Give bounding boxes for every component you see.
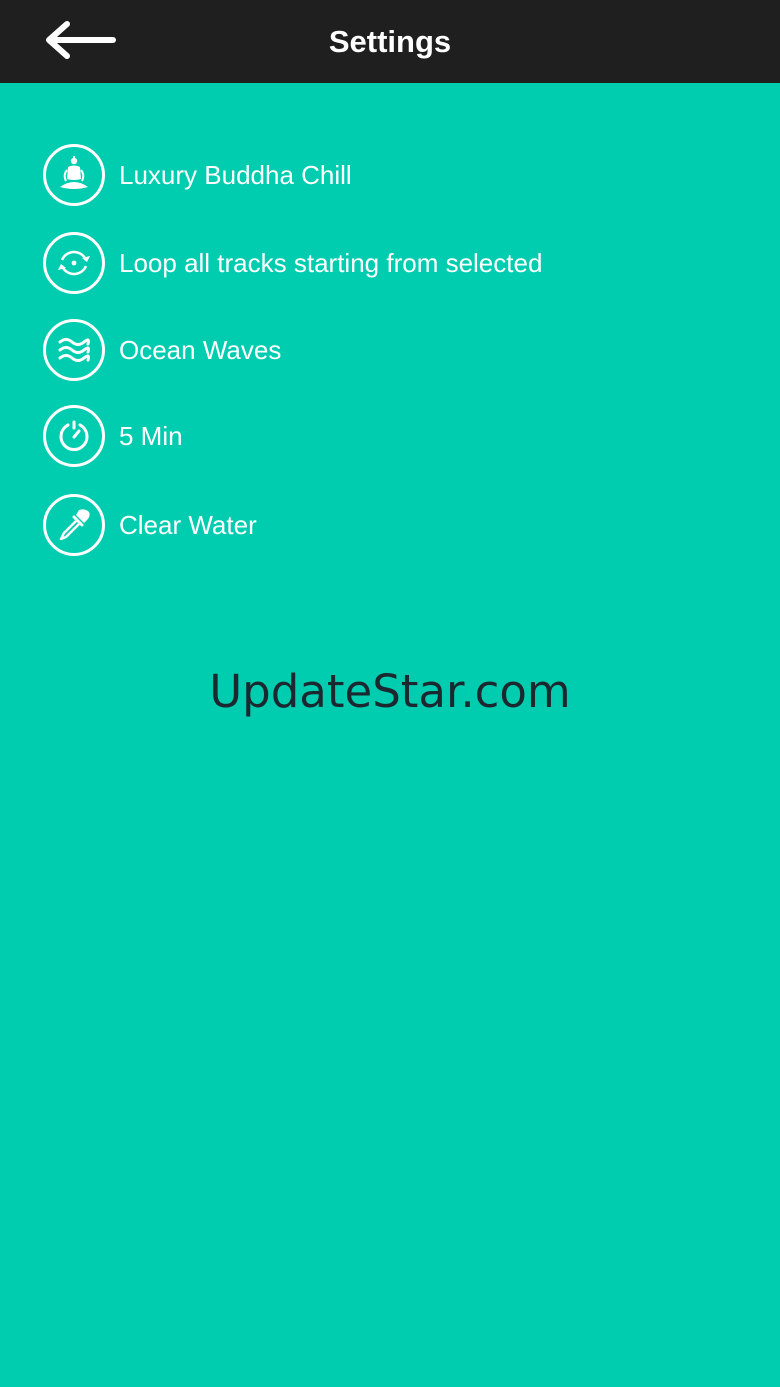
page-title: Settings	[328, 24, 452, 59]
timer-icon-circle	[43, 405, 105, 467]
watermark-text: UpdateStar.com	[209, 665, 571, 718]
setting-timer-label: 5 Min	[119, 420, 183, 451]
waves-icon	[58, 338, 90, 362]
dropper-icon-circle	[43, 494, 105, 556]
buddha-icon	[60, 156, 88, 189]
timer-icon	[59, 420, 89, 452]
loop-icon	[58, 250, 90, 276]
setting-ambient-label: Ocean Waves	[119, 334, 282, 365]
settings-content: Luxury Buddha Chill Loop all tracks star…	[0, 83, 780, 1387]
setting-sound-label: Luxury Buddha Chill	[119, 159, 352, 190]
waves-icon-circle	[43, 319, 105, 381]
loop-icon-circle	[43, 232, 105, 294]
setting-ambient[interactable]: Ocean Waves	[43, 316, 683, 384]
setting-timer[interactable]: 5 Min	[43, 402, 683, 470]
setting-theme[interactable]: Clear Water	[43, 491, 683, 559]
setting-sound[interactable]: Luxury Buddha Chill	[43, 141, 683, 209]
setting-repeat[interactable]: Loop all tracks starting from selected	[43, 229, 683, 297]
setting-theme-label: Clear Water	[119, 509, 257, 540]
dropper-icon	[59, 509, 90, 541]
top-bar: Settings	[0, 0, 780, 83]
setting-repeat-label: Loop all tracks starting from selected	[119, 247, 543, 278]
buddha-icon-circle	[43, 144, 105, 206]
